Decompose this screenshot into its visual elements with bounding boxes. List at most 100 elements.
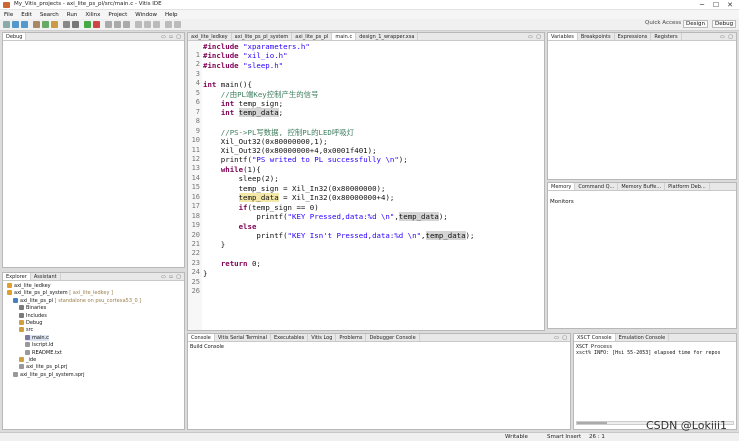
save-all-icon[interactable] xyxy=(21,21,28,28)
tree-item[interactable]: src xyxy=(19,327,33,333)
debug-icon[interactable] xyxy=(51,21,58,28)
folder-icon[interactable] xyxy=(144,21,151,28)
step-into-icon[interactable] xyxy=(105,21,112,28)
code-line[interactable]: } xyxy=(203,269,207,278)
xsct-icon[interactable] xyxy=(72,21,79,28)
console-view-controls[interactable]: ▭ ▢ xyxy=(554,334,568,342)
variables-view-controls[interactable]: ▭ ▢ xyxy=(720,33,734,41)
tree-item[interactable]: _ide xyxy=(19,357,36,363)
build-icon[interactable] xyxy=(33,21,40,28)
tree-item[interactable]: Includes xyxy=(19,312,47,319)
tab-assistant[interactable]: Assistant xyxy=(31,273,61,280)
menu-edit[interactable]: Edit xyxy=(21,12,32,18)
quick-access[interactable]: Quick Access xyxy=(645,20,681,26)
edit-icon[interactable] xyxy=(153,21,160,28)
line-number: 25 xyxy=(191,277,200,286)
explorer-view-controls[interactable]: ▭ ▫ ▢ xyxy=(161,273,182,281)
tab-command-queue[interactable]: Command Q... xyxy=(575,183,619,190)
line-number: 7 xyxy=(195,107,200,116)
tab-axi-lite-ledkey[interactable]: axi_lite_ledkey xyxy=(188,33,232,40)
perspective-debug[interactable]: Debug xyxy=(712,20,737,28)
tab-design-wrapper[interactable]: design_1_wrapper.xsa xyxy=(356,33,419,40)
tree-item[interactable]: Binaries xyxy=(19,305,46,311)
tree-item[interactable]: lscript.ld xyxy=(25,342,53,348)
debug-view-controls[interactable]: ▭ ▫ ▢ xyxy=(161,33,182,41)
editor-controls[interactable]: ▭ ▢ xyxy=(528,33,542,41)
code-line[interactable]: sleep(2); xyxy=(203,174,279,183)
code-line[interactable]: else xyxy=(203,222,257,231)
menu-project[interactable]: Project xyxy=(108,12,127,18)
scrollbar-thumb[interactable] xyxy=(577,422,607,424)
menu-run[interactable]: Run xyxy=(67,12,78,18)
tree-item[interactable]: axi_lite_ledkey xyxy=(7,283,51,289)
code-line[interactable]: #include "xil_io.h" xyxy=(203,51,288,60)
menu-help[interactable]: Help xyxy=(165,12,178,18)
menu-file[interactable]: File xyxy=(4,12,13,18)
tab-problems[interactable]: Problems xyxy=(336,334,367,341)
code-line[interactable]: int main(){ xyxy=(203,80,252,89)
code-line[interactable]: printf("KEY Pressed,data:%d \n",temp_dat… xyxy=(203,212,448,222)
code-line[interactable]: return 0; xyxy=(203,259,261,268)
search-icon[interactable] xyxy=(135,21,142,28)
tree-item[interactable]: axi_lite_ps_pl_system [ axi_lite_ledkey … xyxy=(7,290,113,296)
tab-explorer[interactable]: Explorer xyxy=(3,273,31,280)
code-line[interactable]: } xyxy=(203,240,225,249)
run-icon[interactable] xyxy=(42,21,49,28)
tree-item[interactable]: axi_lite_ps_pl [ standalone on psu_corte… xyxy=(13,297,141,304)
tab-debugger-console[interactable]: Debugger Console xyxy=(366,334,420,341)
tree-item[interactable]: axi_lite_ps_pl.prj xyxy=(19,364,67,370)
tab-axi-lite-ps-pl[interactable]: axi_lite_ps_pl xyxy=(292,33,333,40)
tree-item[interactable]: axi_lite_ps_pl_system.sprj xyxy=(13,371,84,378)
tab-axi-lite-ps-pl-system[interactable]: axi_lite_ps_pl_system xyxy=(232,33,293,40)
tab-console[interactable]: Console xyxy=(188,334,215,341)
code-line[interactable]: #include "sleep.h" xyxy=(203,61,283,70)
tab-debug[interactable]: Debug xyxy=(3,33,27,40)
stop-icon[interactable] xyxy=(93,21,100,28)
tab-main-c[interactable]: main.c xyxy=(332,33,357,40)
menu-xilinx[interactable]: Xilinx xyxy=(85,12,100,18)
code-line[interactable]: temp_sign = Xil_In32(0x80000000); xyxy=(203,184,386,193)
step-return-icon[interactable] xyxy=(123,21,130,28)
maximize-button[interactable]: ☐ xyxy=(709,0,723,10)
code-line[interactable]: int temp_sign; xyxy=(203,99,283,108)
save-icon[interactable] xyxy=(12,21,19,28)
code-line[interactable]: printf("KEY Isn't Pressed,data:%d \n",te… xyxy=(203,231,474,240)
tab-emulation-console[interactable]: Emulation Console xyxy=(616,334,670,341)
code-line[interactable]: Xil_Out32(0x80000000,1); xyxy=(203,137,328,146)
code-line[interactable]: Xil_Out32(0x80000000+4,0x0001f401); xyxy=(203,146,377,155)
back-icon[interactable] xyxy=(165,21,172,28)
tab-vitis-log[interactable]: Vitis Log xyxy=(308,334,337,341)
tab-platform-debug[interactable]: Platform Deb... xyxy=(665,183,710,190)
tab-xsct-console[interactable]: XSCT Console xyxy=(574,334,616,341)
tree-item[interactable]: main.c xyxy=(25,334,49,341)
menu-window[interactable]: Window xyxy=(135,12,157,18)
tab-serial-terminal[interactable]: Vitis Serial Terminal xyxy=(215,334,271,341)
forward-icon[interactable] xyxy=(174,21,181,28)
menu-search[interactable]: Search xyxy=(40,12,59,18)
minimize-button[interactable]: ─ xyxy=(695,0,709,10)
tab-variables[interactable]: Variables xyxy=(548,33,578,40)
tab-expressions[interactable]: Expressions xyxy=(615,33,652,40)
tab-memory-buffer[interactable]: Memory Buffe... xyxy=(618,183,666,190)
code-line[interactable]: if(temp_sign == 0) xyxy=(203,203,319,212)
code-editor[interactable]: axi_lite_ledkey axi_lite_ps_pl_system ax… xyxy=(187,32,545,331)
code-line[interactable]: while(1){ xyxy=(203,165,261,174)
code-line[interactable]: int temp_data; xyxy=(203,108,283,118)
code-line[interactable]: printf("PS writed to PL successfully \n"… xyxy=(203,155,408,164)
perspective-design[interactable]: Design xyxy=(683,20,708,28)
program-fpga-icon[interactable] xyxy=(63,21,70,28)
tree-item[interactable]: Debug xyxy=(19,320,42,326)
tab-memory[interactable]: Memory xyxy=(548,183,576,190)
tree-item[interactable]: README.txt xyxy=(25,349,62,356)
tab-breakpoints[interactable]: Breakpoints xyxy=(578,33,615,40)
launch-icon[interactable] xyxy=(84,21,91,28)
step-over-icon[interactable] xyxy=(114,21,121,28)
tab-executables[interactable]: Executables xyxy=(271,334,309,341)
code-line[interactable]: #include "xparameters.h" xyxy=(203,42,310,51)
editor-tabbar: axi_lite_ledkey axi_lite_ps_pl_system ax… xyxy=(188,33,544,41)
new-icon[interactable] xyxy=(3,21,10,28)
close-button[interactable]: ✕ xyxy=(723,0,737,10)
tab-registers[interactable]: Registers xyxy=(651,33,682,40)
tree-item-icon xyxy=(19,364,24,370)
code-line[interactable]: temp_data = Xil_In32(0x80000000+4); xyxy=(203,193,394,203)
